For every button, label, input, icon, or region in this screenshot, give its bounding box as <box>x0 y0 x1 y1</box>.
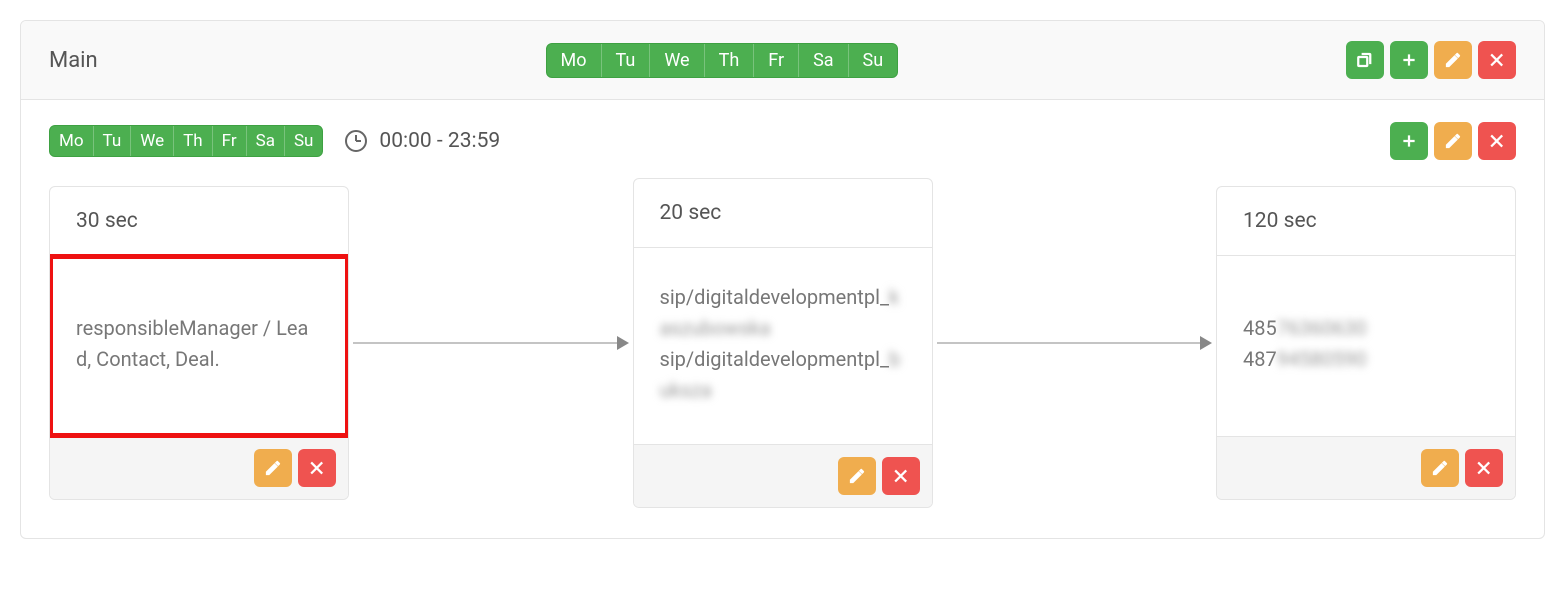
step-duration: 120 sec <box>1217 187 1515 256</box>
schedule-days-group: MoTuWeThFrSaSu <box>49 125 323 157</box>
time-range: 00:00 - 23:59 <box>345 129 500 153</box>
plus-icon <box>1400 132 1418 150</box>
day-sa[interactable]: Sa <box>799 44 848 77</box>
add-button[interactable] <box>1390 41 1428 79</box>
close-icon <box>1488 51 1506 69</box>
pencil-icon <box>848 467 866 485</box>
day-we[interactable]: We <box>650 44 704 77</box>
day-su[interactable]: Su <box>849 44 898 77</box>
day-fr[interactable]: Fr <box>754 44 799 77</box>
delete-button[interactable] <box>1478 41 1516 79</box>
clock-icon <box>345 130 367 152</box>
step-footer <box>1217 436 1515 499</box>
step-footer <box>634 444 932 507</box>
delete-step-button[interactable] <box>1465 449 1503 487</box>
panel-title: Main <box>49 48 98 73</box>
edit-schedule-button[interactable] <box>1434 122 1472 160</box>
edit-step-button[interactable] <box>254 449 292 487</box>
step-body: responsibleManager / Lead, Contact, Deal… <box>50 256 348 436</box>
step-card: 20 secsip/digitaldevelopmentpl_kaszubows… <box>633 178 933 508</box>
plus-icon <box>1400 51 1418 69</box>
day-th[interactable]: Th <box>705 44 755 77</box>
pencil-icon <box>1444 132 1462 150</box>
schedule-row-actions <box>1390 122 1516 160</box>
delete-step-button[interactable] <box>882 457 920 495</box>
day-sa[interactable]: Sa <box>247 126 285 156</box>
day-fr[interactable]: Fr <box>213 126 247 156</box>
pencil-icon <box>264 459 282 477</box>
arrow-icon <box>937 342 1213 344</box>
close-icon <box>1488 132 1506 150</box>
add-step-button[interactable] <box>1390 122 1428 160</box>
header-actions <box>1346 41 1516 79</box>
arrow-icon <box>353 342 629 344</box>
panel-header: Main MoTuWeThFrSaSu <box>21 21 1544 100</box>
routing-panel: Main MoTuWeThFrSaSu MoTuWeThFrSaSu 00:0 <box>20 20 1545 539</box>
day-mo[interactable]: Mo <box>50 126 94 156</box>
step-line: 48794580590 <box>1243 344 1489 375</box>
close-icon <box>308 459 326 477</box>
step-line: 48576360630 <box>1243 313 1489 344</box>
header-days-group: MoTuWeThFrSaSu <box>546 43 899 78</box>
day-su[interactable]: Su <box>285 126 322 156</box>
steps-row: 30 sec responsibleManager / Lead, Contact… <box>49 178 1516 508</box>
step-duration: 20 sec <box>634 179 932 248</box>
step-card: 30 sec responsibleManager / Lead, Contact… <box>49 186 349 500</box>
step-card: 120 sec4857636063048794580590 <box>1216 186 1516 500</box>
close-icon <box>892 467 910 485</box>
step-line: sip/digitaldevelopmentpl_buksza <box>660 344 906 406</box>
step-line: sip/digitaldevelopmentpl_kaszubowska <box>660 282 906 344</box>
day-tu[interactable]: Tu <box>602 44 651 77</box>
day-th[interactable]: Th <box>174 126 213 156</box>
copy-button[interactable] <box>1346 41 1384 79</box>
header-days-wrap: MoTuWeThFrSaSu <box>98 43 1346 78</box>
step-footer <box>50 436 348 499</box>
copy-icon <box>1356 51 1374 69</box>
step-line: responsibleManager / Lead, Contact, Deal… <box>76 313 322 375</box>
day-tu[interactable]: Tu <box>94 126 132 156</box>
day-we[interactable]: We <box>131 126 174 156</box>
time-range-text: 00:00 - 23:59 <box>379 129 500 153</box>
pencil-icon <box>1444 51 1462 69</box>
step-body: 4857636063048794580590 <box>1217 256 1515 436</box>
close-icon <box>1475 459 1493 477</box>
delete-step-button[interactable] <box>298 449 336 487</box>
panel-body: MoTuWeThFrSaSu 00:00 - 23:59 30 sec respo… <box>21 100 1544 538</box>
edit-step-button[interactable] <box>838 457 876 495</box>
step-duration: 30 sec <box>50 187 348 256</box>
edit-button[interactable] <box>1434 41 1472 79</box>
schedule-row: MoTuWeThFrSaSu 00:00 - 23:59 <box>49 122 1516 160</box>
pencil-icon <box>1431 459 1449 477</box>
day-mo[interactable]: Mo <box>547 44 602 77</box>
delete-schedule-button[interactable] <box>1478 122 1516 160</box>
edit-step-button[interactable] <box>1421 449 1459 487</box>
step-body: sip/digitaldevelopmentpl_kaszubowskasip/… <box>634 248 932 444</box>
